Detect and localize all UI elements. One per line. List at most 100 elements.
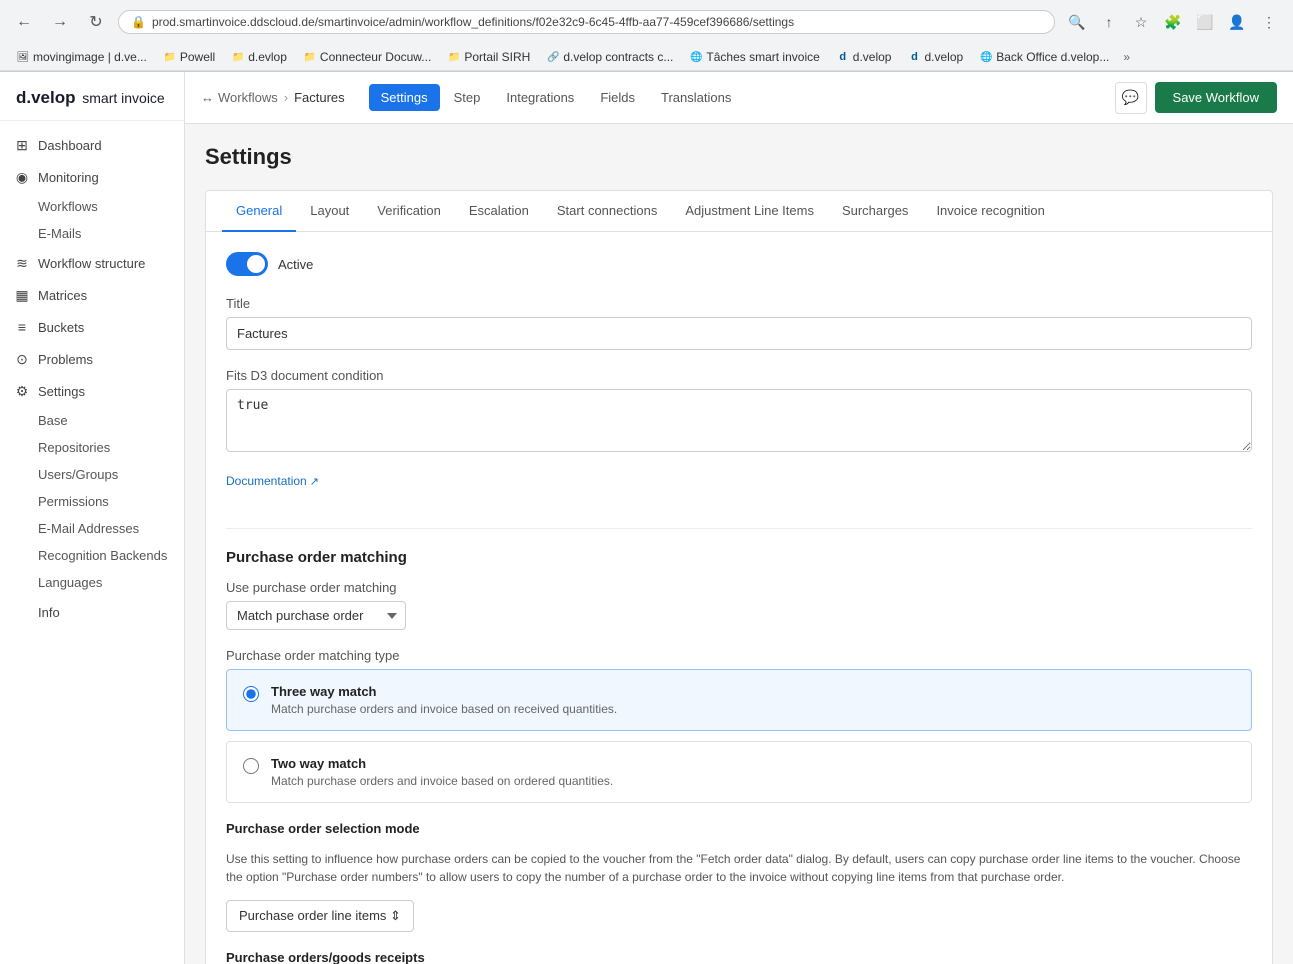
tab-translations[interactable]: Translations: [649, 84, 743, 111]
window-icon[interactable]: ⬜: [1191, 8, 1219, 36]
browser-toolbar: ← → ↻ 🔒 prod.smartinvoice.ddscloud.de/sm…: [0, 0, 1293, 44]
profile-icon[interactable]: 👤: [1223, 8, 1251, 36]
documentation-link[interactable]: Documentation ↗: [226, 474, 319, 488]
two-way-radio[interactable]: [243, 758, 259, 774]
section-separator: [226, 528, 1252, 529]
reload-button[interactable]: ↻: [82, 8, 110, 36]
settings-icon: ⚙: [14, 383, 30, 399]
settings-tab-layout[interactable]: Layout: [296, 191, 363, 232]
sidebar-item-label: Problems: [38, 352, 93, 367]
bookmark-dvelop2[interactable]: d d.velop: [901, 48, 969, 66]
active-toggle[interactable]: [226, 252, 268, 276]
bookmark-favicon: 🌐: [979, 50, 993, 64]
three-way-radio[interactable]: [243, 686, 259, 702]
app-container: d.velop smart invoice ⊞ Dashboard ◉ Moni…: [0, 72, 1293, 964]
sidebar-item-permissions[interactable]: Permissions: [0, 488, 184, 515]
sidebar-logo: d.velop smart invoice: [0, 72, 184, 121]
search-icon[interactable]: 🔍: [1063, 8, 1091, 36]
address-bar[interactable]: 🔒 prod.smartinvoice.ddscloud.de/smartinv…: [118, 10, 1055, 34]
settings-tab-start-connections[interactable]: Start connections: [543, 191, 671, 232]
goods-receipts-group: Purchase orders/goods receipts Use this …: [226, 950, 1252, 964]
three-way-content: Three way match Match purchase orders an…: [271, 684, 617, 716]
bookmark-dvelop1[interactable]: d d.velop: [830, 48, 898, 66]
bookmark-label: d.velop contracts c...: [563, 50, 673, 64]
workflows-icon[interactable]: ↔ Workflows: [201, 90, 278, 105]
extension-icon[interactable]: 🧩: [1159, 8, 1187, 36]
settings-tab-invoice-recognition[interactable]: Invoice recognition: [922, 191, 1058, 232]
menu-icon[interactable]: ⋮: [1255, 8, 1283, 36]
bookmark-movingimage[interactable]: 🖼 movingimage | d.ve...: [10, 48, 153, 66]
sidebar-item-workflows[interactable]: Workflows: [0, 193, 184, 220]
tab-step[interactable]: Step: [442, 84, 493, 111]
top-nav-bar: ↔ Workflows › Factures Settings Step Int…: [185, 72, 1293, 124]
more-bookmarks[interactable]: »: [1119, 48, 1134, 66]
settings-tabs-bar: General Layout Verification Escalation S…: [206, 191, 1272, 232]
chat-icon-button[interactable]: 💬: [1115, 82, 1147, 114]
goods-receipts-label: Purchase orders/goods receipts: [226, 950, 1252, 964]
sidebar-item-emails[interactable]: E-Mails: [0, 220, 184, 247]
sidebar-item-recognition-backends[interactable]: Recognition Backends: [0, 542, 184, 569]
bookmark-backoffice[interactable]: 🌐 Back Office d.velop...: [973, 48, 1115, 66]
sidebar-item-monitoring[interactable]: ◉ Monitoring: [0, 161, 184, 193]
fits-d3-textarea[interactable]: true: [226, 389, 1252, 452]
po-selection-mode-group: Purchase order selection mode Use this s…: [226, 821, 1252, 932]
bookmark-label: Portail SIRH: [464, 50, 530, 64]
workflows-breadcrumb-link: Workflows: [218, 90, 278, 105]
tab-settings[interactable]: Settings: [369, 84, 440, 111]
po-selection-mode-button[interactable]: Purchase order line items ⇕: [226, 900, 414, 932]
forward-button[interactable]: →: [46, 8, 74, 36]
tab-integrations[interactable]: Integrations: [494, 84, 586, 111]
sidebar-item-problems[interactable]: ⊙ Problems: [0, 343, 184, 375]
sidebar-item-users-groups[interactable]: Users/Groups: [0, 461, 184, 488]
sidebar-item-email-addresses[interactable]: E-Mail Addresses: [0, 515, 184, 542]
sidebar-item-info[interactable]: Info: [0, 596, 184, 628]
po-selection-mode-desc: Use this setting to influence how purcha…: [226, 850, 1252, 886]
url-text: prod.smartinvoice.ddscloud.de/smartinvoi…: [152, 15, 1042, 29]
sidebar-item-workflow-structure[interactable]: ≋ Workflow structure: [0, 247, 184, 279]
bookmark-portail[interactable]: 📁 Portail SIRH: [441, 48, 536, 66]
bookmark-star-icon[interactable]: ☆: [1127, 8, 1155, 36]
settings-tab-verification[interactable]: Verification: [363, 191, 455, 232]
bookmark-devlop[interactable]: 📁 d.evlop: [225, 48, 293, 66]
two-way-match-option[interactable]: Two way match Match purchase orders and …: [226, 741, 1252, 803]
three-way-match-option[interactable]: Three way match Match purchase orders an…: [226, 669, 1252, 731]
breadcrumb-separator: ›: [284, 90, 288, 105]
sidebar-item-languages[interactable]: Languages: [0, 569, 184, 596]
sidebar-item-base[interactable]: Base: [0, 407, 184, 434]
bookmark-favicon: 🔗: [546, 50, 560, 64]
active-toggle-row: Active: [226, 252, 1252, 276]
bookmark-contracts[interactable]: 🔗 d.velop contracts c...: [540, 48, 679, 66]
settings-tab-general[interactable]: General: [222, 191, 296, 232]
bookmark-taches[interactable]: 🌐 Tâches smart invoice: [683, 48, 825, 66]
po-section-title: Purchase order matching: [226, 549, 1252, 566]
bookmarks-bar: 🖼 movingimage | d.ve... 📁 Powell 📁 d.evl…: [0, 44, 1293, 71]
settings-tab-surcharges[interactable]: Surcharges: [828, 191, 922, 232]
two-way-content: Two way match Match purchase orders and …: [271, 756, 613, 788]
bookmark-connecteur[interactable]: 📁 Connecteur Docuw...: [297, 48, 437, 66]
sidebar-item-dashboard[interactable]: ⊞ Dashboard: [0, 129, 184, 161]
back-button[interactable]: ←: [10, 8, 38, 36]
settings-tab-escalation[interactable]: Escalation: [455, 191, 543, 232]
title-input[interactable]: [226, 317, 1252, 350]
save-workflow-button[interactable]: Save Workflow: [1155, 82, 1277, 113]
title-label: Title: [226, 296, 1252, 311]
po-selection-mode-btn-label: Purchase order line items ⇕: [239, 908, 401, 924]
bookmark-favicon: d: [836, 50, 850, 64]
tab-fields[interactable]: Fields: [588, 84, 647, 111]
sidebar-item-settings[interactable]: ⚙ Settings: [0, 375, 184, 407]
page-title: Settings: [205, 144, 1273, 170]
settings-tab-adjustment-line-items[interactable]: Adjustment Line Items: [671, 191, 828, 232]
settings-body: Active Title Fits D3 document condition …: [206, 232, 1272, 964]
share-icon[interactable]: ↑: [1095, 8, 1123, 36]
po-matching-select[interactable]: Match purchase orderNo matchingOptional …: [226, 601, 406, 630]
logo-brand: d.velop: [16, 88, 76, 107]
bookmark-label: Tâches smart invoice: [706, 50, 819, 64]
sidebar-item-repositories[interactable]: Repositories: [0, 434, 184, 461]
bookmark-label: Powell: [180, 50, 215, 64]
bookmark-powell[interactable]: 📁 Powell: [157, 48, 221, 66]
sidebar-item-buckets[interactable]: ≡ Buckets: [0, 311, 184, 343]
sidebar-item-matrices[interactable]: ▦ Matrices: [0, 279, 184, 311]
bookmark-label: d.velop: [924, 50, 963, 64]
info-icon: [14, 604, 30, 620]
po-matching-type-group: Purchase order matching type Three way m…: [226, 648, 1252, 803]
